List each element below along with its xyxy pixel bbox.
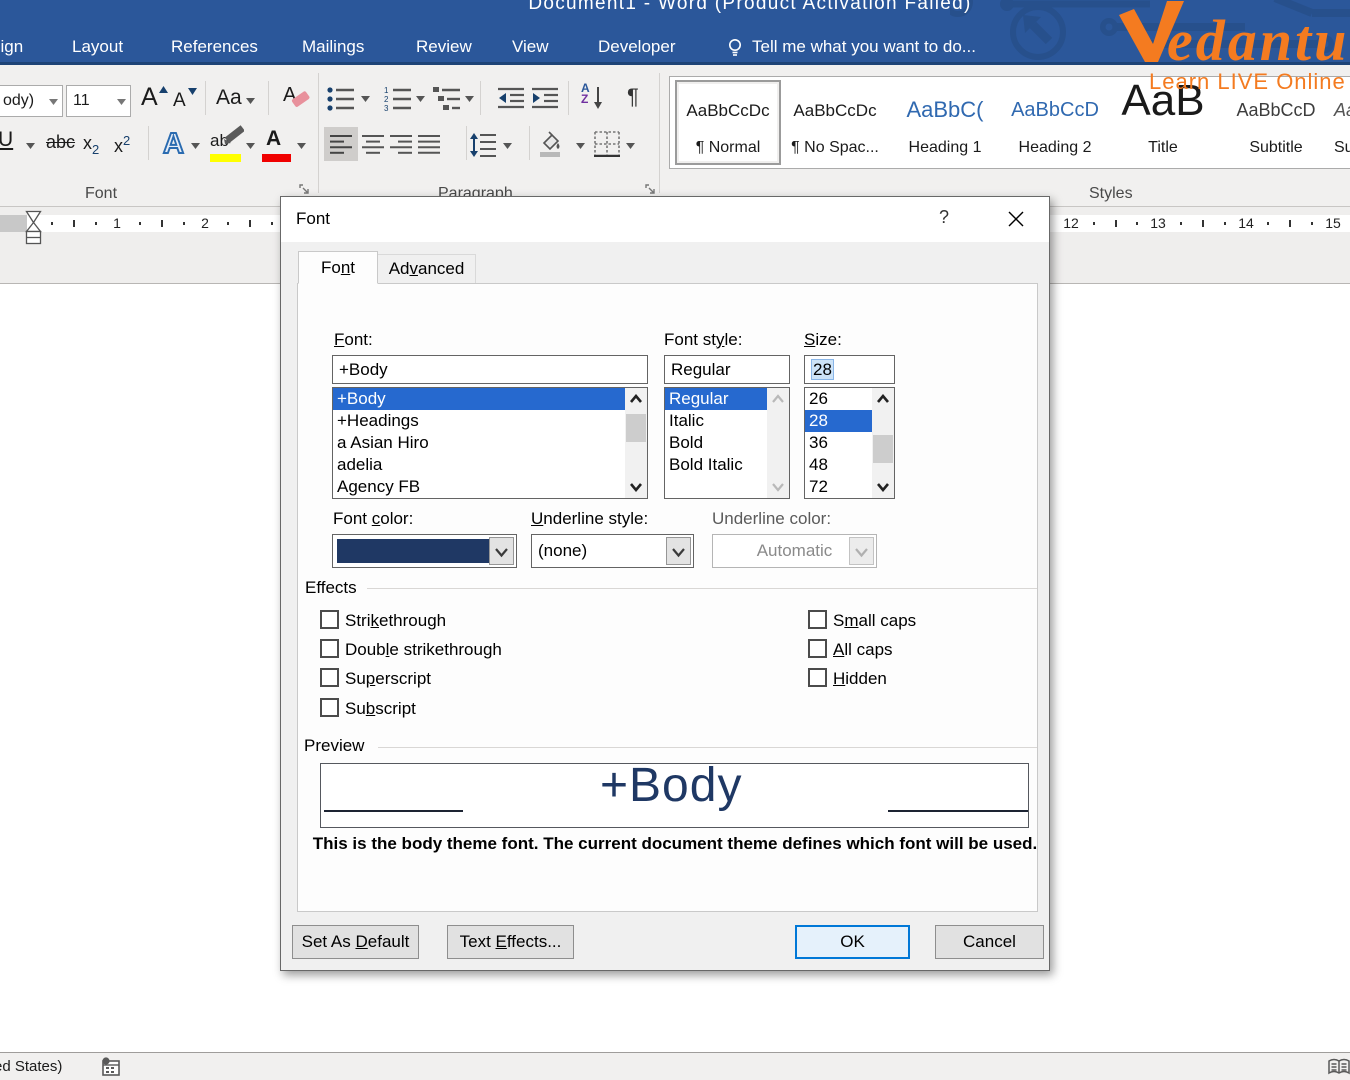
svg-text:3: 3 bbox=[384, 104, 389, 112]
svg-text:2: 2 bbox=[384, 95, 389, 104]
svg-text:1: 1 bbox=[384, 86, 389, 95]
svg-text:A: A bbox=[163, 128, 184, 158]
svg-text:edantu: edantu bbox=[1167, 8, 1349, 73]
